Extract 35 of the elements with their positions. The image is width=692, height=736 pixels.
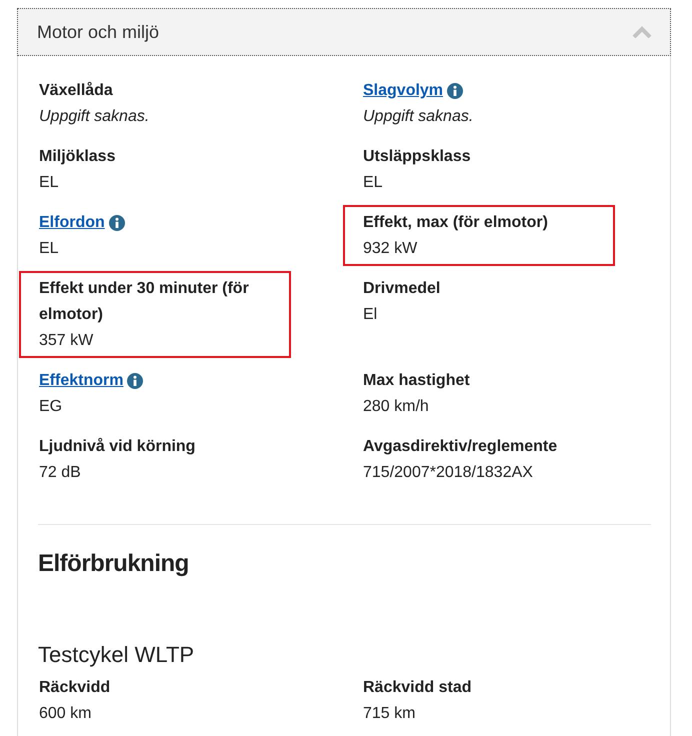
field-label: Räckvidd stad: [363, 678, 472, 698]
field-label: Max hastighet: [363, 371, 471, 391]
field-value: 932 kW: [363, 239, 418, 259]
field-value: EL: [363, 173, 384, 193]
field-label: Effekt, max (för elmotor): [363, 213, 549, 233]
panel-header[interactable]: Motor och miljö: [17, 8, 671, 56]
field-label: Drivmedel: [363, 279, 442, 299]
info-icon[interactable]: [127, 373, 144, 389]
field-value: Uppgift saknas.: [363, 107, 474, 127]
field-value: 72 dB: [39, 463, 82, 483]
field-value: EG: [39, 397, 64, 417]
field-value: Uppgift saknas.: [39, 107, 150, 127]
field-value: 357 kW: [39, 331, 94, 351]
field-value: EL: [39, 239, 60, 259]
field-label: Utsläppsklass: [363, 147, 472, 167]
field-value: El: [363, 305, 378, 325]
field-label: Ljudnivå vid körning: [39, 436, 196, 457]
field-label: Avgasdirektiv/reglemente: [363, 437, 558, 457]
field-value: EL: [39, 173, 60, 193]
info-icon[interactable]: [447, 83, 464, 99]
field-value: 715/2007*2018/1832AX: [363, 463, 534, 483]
section-heading: Elförbrukning: [38, 549, 190, 579]
field-label-link[interactable]: Effektnorm: [39, 368, 124, 394]
field-label: Räckvidd: [39, 678, 112, 698]
info-icon[interactable]: [108, 215, 125, 231]
subsection-heading: Testcykel WLTP: [38, 641, 196, 669]
panel-title: Motor och miljö: [37, 22, 160, 42]
field-label: Miljöklass: [39, 147, 116, 167]
field-value: 600 km: [39, 704, 92, 724]
field-label: Växellåda: [39, 80, 114, 101]
field-value: 280 km/h: [363, 397, 430, 417]
field-label: Effekt under 30 minuter (för elmotor): [39, 279, 250, 325]
field-label-link[interactable]: Elfordon: [39, 210, 105, 236]
field-label-link[interactable]: Slagvolym: [363, 78, 444, 104]
field-value: 715 km: [363, 704, 416, 724]
